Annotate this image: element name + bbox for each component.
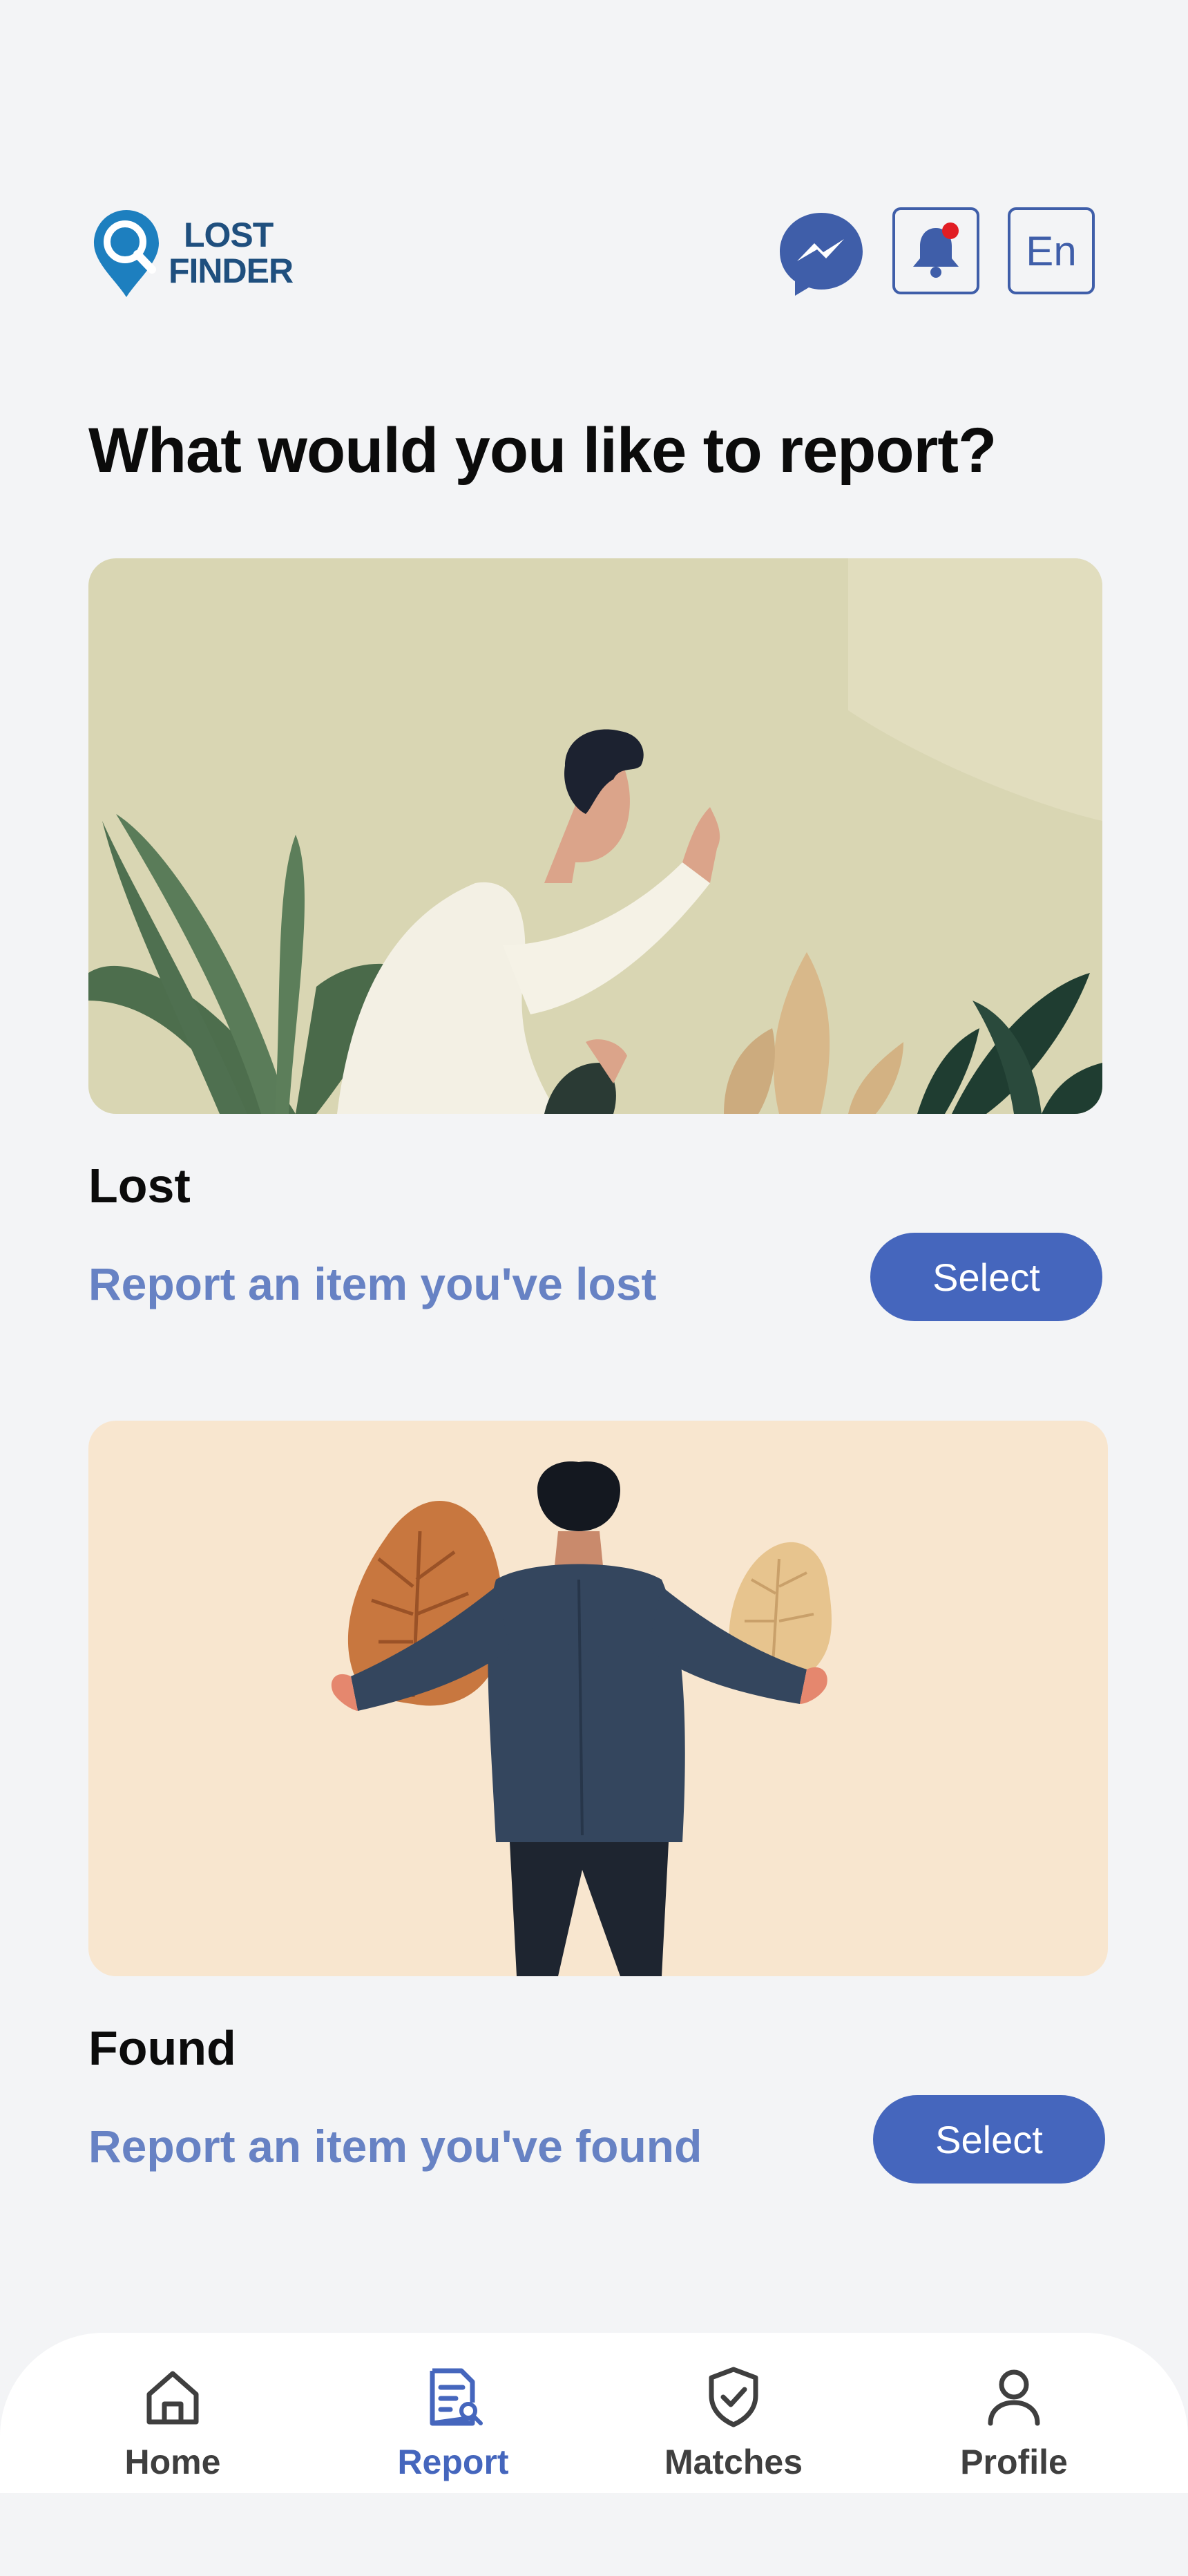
nav-matches[interactable]: Matches	[644, 2359, 823, 2490]
lost-card-title: Lost	[88, 1159, 191, 1213]
logo-line1: LOST	[184, 216, 274, 254]
person-icon	[988, 2369, 1040, 2426]
language-button[interactable]: En	[1008, 207, 1095, 294]
logo-line2: FINDER	[169, 252, 294, 290]
nav-matches-label: Matches	[664, 2443, 803, 2481]
messenger-button[interactable]	[776, 209, 866, 299]
bell-icon	[913, 222, 959, 278]
found-card-subtitle: Report an item you've found	[88, 2121, 702, 2172]
lost-illustration[interactable]	[88, 558, 1102, 1114]
nav-report-label: Report	[397, 2443, 509, 2481]
nav-home[interactable]: Home	[83, 2359, 262, 2490]
shield-check-icon	[709, 2367, 758, 2427]
found-illustration[interactable]	[88, 1421, 1108, 1976]
logo-wordmark: LOST FINDER	[169, 216, 294, 290]
app-logo: LOST FINDER	[88, 205, 316, 301]
bottom-nav: Home Report Matches Profile	[0, 2333, 1188, 2493]
report-icon	[430, 2368, 483, 2426]
found-select-button[interactable]: Select	[873, 2095, 1105, 2184]
found-card-title: Found	[88, 2021, 236, 2075]
messenger-icon	[780, 213, 863, 296]
nav-home-label: Home	[124, 2443, 221, 2481]
nav-profile-label: Profile	[960, 2443, 1068, 2481]
location-search-icon	[94, 210, 159, 297]
home-icon	[146, 2371, 199, 2425]
lost-select-button[interactable]: Select	[870, 1233, 1102, 1321]
page-title: What would you like to report?	[88, 415, 997, 486]
nav-profile[interactable]: Profile	[924, 2359, 1104, 2490]
notification-dot	[942, 222, 959, 239]
lost-card-subtitle: Report an item you've lost	[88, 1258, 657, 1309]
nav-report[interactable]: Report	[363, 2359, 543, 2490]
notifications-button[interactable]	[892, 207, 979, 294]
